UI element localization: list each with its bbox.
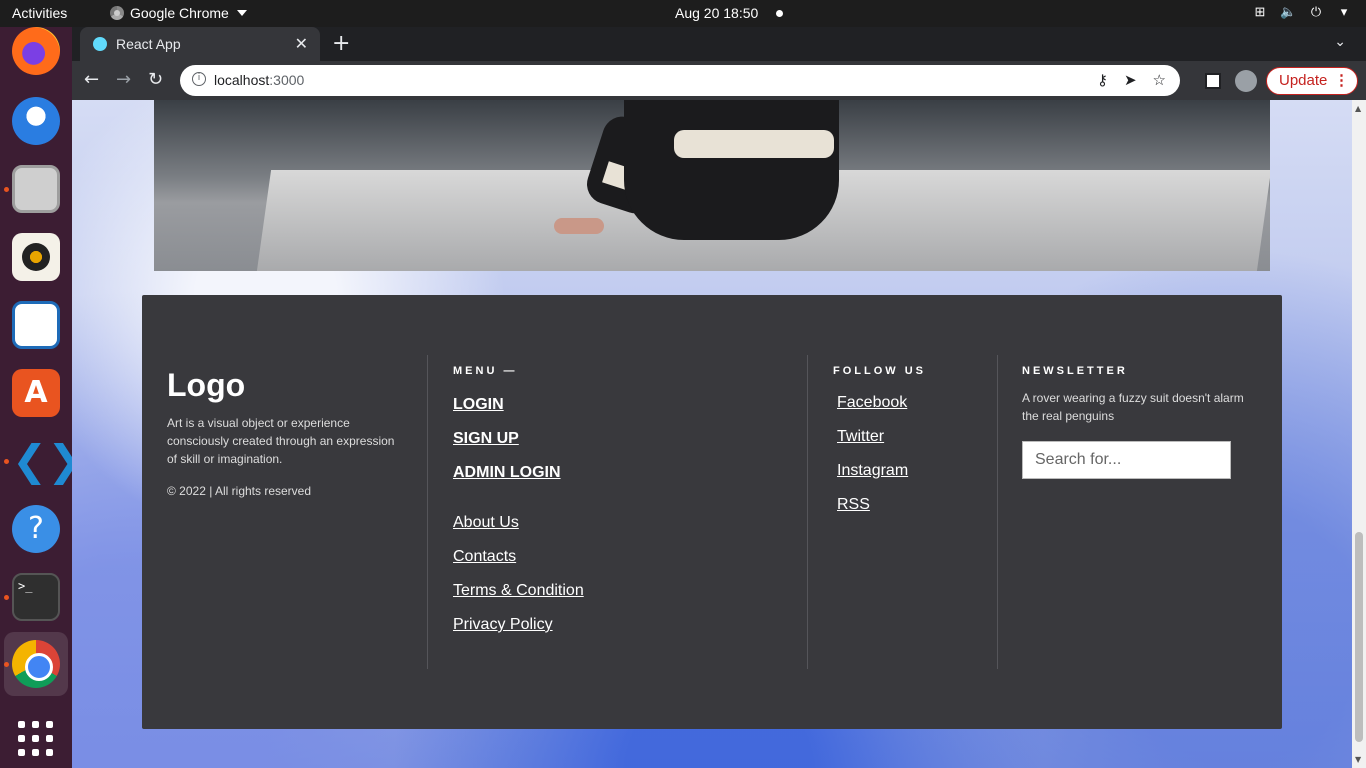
hero-image [154, 100, 1270, 271]
terms-link[interactable]: Terms & Condition [453, 582, 584, 600]
chevron-down-icon [236, 10, 247, 16]
divider [427, 355, 428, 669]
network-icon: ⊞ [1254, 4, 1266, 19]
dock: A ❮❯ ? >_ [0, 27, 82, 768]
newsletter-text: A rover wearing a fuzzy suit doesn't ala… [1022, 391, 1244, 423]
activities-button[interactable]: Activities [12, 5, 67, 21]
newsletter-heading: NEWSLETTER [1022, 365, 1128, 377]
info-icon[interactable]: i [192, 72, 206, 86]
app-store-icon[interactable]: A [12, 369, 60, 417]
top-bar: Activities Google Chrome Aug 20 18:50 ⊞ … [0, 0, 1366, 27]
files-icon[interactable] [12, 165, 60, 213]
react-icon [93, 37, 107, 51]
signup-link[interactable]: SIGN UP [453, 430, 519, 448]
tab-title: React App [116, 36, 181, 52]
update-button[interactable]: Update ⋮ [1266, 67, 1358, 95]
terminal-icon[interactable]: >_ [12, 573, 60, 621]
tab-search-icon[interactable]: ⌄ [1334, 34, 1346, 50]
page-viewport: Logo Art is a visual object or experienc… [72, 100, 1366, 768]
menu-heading: MENU — [453, 365, 518, 377]
key-icon[interactable]: ⚷ [1097, 71, 1108, 89]
running-indicator [4, 595, 9, 600]
profile-icon[interactable] [1235, 70, 1257, 92]
side-panel-icon[interactable] [1205, 73, 1221, 89]
footer-description: Art is a visual object or experience con… [167, 416, 395, 466]
tab-react-app[interactable]: React App ✕ [80, 27, 320, 61]
contacts-link[interactable]: Contacts [453, 548, 516, 566]
volume-icon: 🔈 [1280, 4, 1297, 19]
thunderbird-icon[interactable] [12, 97, 60, 145]
help-icon[interactable]: ? [12, 505, 60, 553]
footer-logo[interactable]: Logo [167, 367, 245, 404]
about-us-link[interactable]: About Us [453, 514, 519, 532]
reload-button[interactable]: ↻ [148, 70, 163, 90]
chrome-icon[interactable] [12, 640, 60, 688]
notification-dot [776, 10, 783, 17]
facebook-link[interactable]: Facebook [837, 394, 907, 412]
instagram-link[interactable]: Instagram [837, 462, 908, 480]
firefox-icon[interactable] [12, 27, 60, 75]
site-footer: Logo Art is a visual object or experienc… [142, 295, 1282, 729]
running-indicator [4, 187, 9, 192]
show-apps-icon[interactable] [12, 715, 60, 763]
url-text[interactable]: localhost:3000 [214, 72, 304, 88]
new-tab-button[interactable]: + [332, 31, 350, 56]
scrollbar-thumb[interactable] [1355, 532, 1363, 742]
running-indicator [4, 662, 9, 667]
star-icon[interactable]: ☆ [1153, 71, 1166, 89]
app-menu[interactable]: Google Chrome [110, 5, 247, 21]
chevron-down-icon: ▾ [1340, 4, 1348, 19]
divider [997, 355, 998, 669]
address-bar[interactable]: i localhost:3000 ⚷ ➤ ☆ [180, 65, 1180, 96]
system-tray[interactable]: ⊞ 🔈 ⏻ ▾ [1252, 4, 1352, 20]
newsletter-search-input[interactable] [1022, 441, 1231, 479]
follow-heading: FOLLOW US [833, 365, 926, 377]
rhythmbox-icon[interactable] [12, 233, 60, 281]
login-link[interactable]: LOGIN [453, 396, 504, 414]
send-icon[interactable]: ➤ [1124, 71, 1137, 89]
tab-strip: React App ✕ + ⌄ [72, 27, 1366, 61]
privacy-policy-link[interactable]: Privacy Policy [453, 616, 553, 634]
browser-toolbar: ← → ↻ i localhost:3000 ⚷ ➤ ☆ Update ⋮ [72, 61, 1366, 100]
scroll-up-icon[interactable]: ▲ [1355, 104, 1361, 113]
writer-icon[interactable] [12, 301, 60, 349]
forward-button[interactable]: → [116, 70, 131, 90]
twitter-link[interactable]: Twitter [837, 428, 884, 446]
back-button[interactable]: ← [84, 70, 99, 90]
more-menu-icon[interactable]: ⋮ [1334, 68, 1349, 93]
clock[interactable]: Aug 20 18:50 [675, 5, 758, 21]
close-icon[interactable]: ✕ [295, 34, 308, 54]
power-icon: ⏻ [1310, 4, 1322, 19]
update-label: Update [1279, 72, 1328, 89]
running-indicator [4, 459, 9, 464]
copyright: © 2022 | All rights reserved [167, 484, 312, 498]
rss-link[interactable]: RSS [837, 496, 870, 514]
scroll-down-icon[interactable]: ▼ [1355, 755, 1361, 764]
chrome-small-icon [110, 6, 124, 20]
app-menu-label: Google Chrome [130, 5, 229, 21]
admin-login-link[interactable]: ADMIN LOGIN [453, 464, 561, 482]
divider [807, 355, 808, 669]
page-scrollbar[interactable]: ▲ ▼ [1352, 100, 1366, 768]
vscode-icon[interactable]: ❮❯ [12, 437, 82, 485]
